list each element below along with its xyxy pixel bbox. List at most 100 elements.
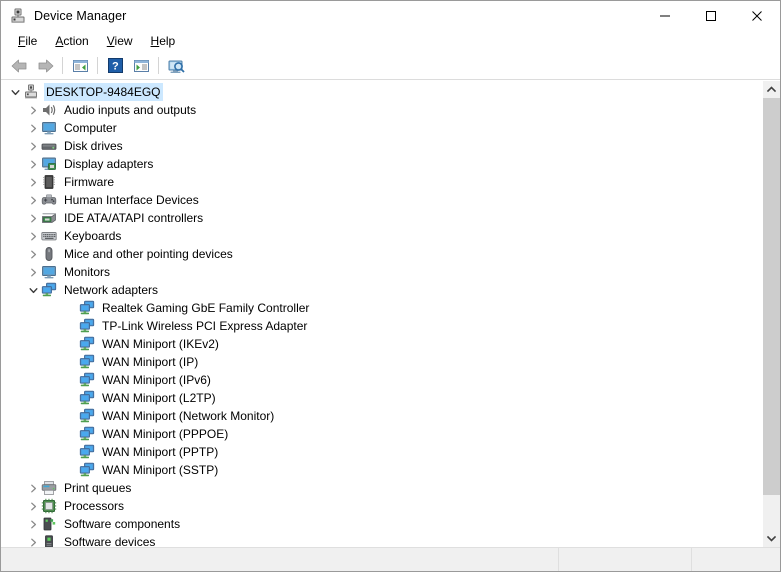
tree-node-label: Realtek Gaming GbE Family Controller [102, 301, 310, 315]
network-adapter-icon [79, 444, 95, 460]
tree-node-label: TP-Link Wireless PCI Express Adapter [102, 319, 308, 333]
tree-node[interactable]: WAN Miniport (IPv6) [1, 371, 762, 389]
tree-node-label: WAN Miniport (PPTP) [102, 445, 219, 459]
minimize-button[interactable] [642, 1, 688, 31]
scroll-down-button[interactable] [763, 530, 780, 547]
status-cell-1 [1, 548, 559, 571]
menu-action[interactable]: Action [46, 31, 97, 52]
tree-node-label: WAN Miniport (L2TP) [102, 391, 216, 405]
tree-node-label: DESKTOP-9484EGQ [44, 83, 163, 101]
chevron-right-icon[interactable] [25, 479, 41, 497]
menu-bar: File Action View Help [1, 31, 780, 52]
toolbar-separator-3 [158, 57, 159, 74]
toolbar: ? [1, 52, 780, 80]
software-component-icon [41, 516, 57, 532]
chevron-right-icon[interactable] [25, 119, 41, 137]
tree-node[interactable]: WAN Miniport (IKEv2) [1, 335, 762, 353]
tree-node-label: WAN Miniport (SSTP) [102, 463, 219, 477]
tree-node-label: Software devices [64, 535, 156, 547]
tree-node-label: Keyboards [64, 229, 122, 243]
properties-panel-icon [72, 59, 88, 72]
network-adapter-icon [79, 408, 95, 424]
chevron-down-icon[interactable] [25, 281, 41, 299]
tree-node[interactable]: Keyboards [1, 227, 762, 245]
forward-button[interactable] [32, 54, 58, 78]
monitor-icon [41, 264, 57, 280]
properties-button[interactable] [67, 54, 93, 78]
tree-node[interactable]: Disk drives [1, 137, 762, 155]
chevron-right-icon[interactable] [25, 515, 41, 533]
scan-monitor-icon [168, 60, 185, 73]
chevron-down-icon[interactable] [7, 83, 23, 101]
tree-node[interactable]: Human Interface Devices [1, 191, 762, 209]
menu-help[interactable]: Help [142, 31, 185, 52]
menu-view[interactable]: View [98, 31, 142, 52]
tree-root-node[interactable]: DESKTOP-9484EGQ [1, 83, 762, 101]
tree-node[interactable]: WAN Miniport (Network Monitor) [1, 407, 762, 425]
tree-node[interactable]: Software devices [1, 533, 762, 547]
help-question-icon: ? [107, 58, 123, 73]
tree-node-label: WAN Miniport (IPv6) [102, 373, 211, 387]
tree-node-label: Disk drives [64, 139, 123, 153]
scan-hardware-button[interactable] [163, 54, 189, 78]
network-adapter-icon [79, 354, 95, 370]
tree-node[interactable]: Network adapters [1, 281, 762, 299]
chevron-right-icon[interactable] [25, 533, 41, 547]
tree-node[interactable]: WAN Miniport (L2TP) [1, 389, 762, 407]
chevron-right-icon[interactable] [25, 227, 41, 245]
scrollbar-track[interactable] [763, 98, 780, 530]
tree-node[interactable]: Print queues [1, 479, 762, 497]
network-adapter-icon [79, 390, 95, 406]
vertical-scrollbar[interactable] [762, 81, 780, 547]
status-bar [1, 547, 780, 571]
chevron-right-icon[interactable] [25, 101, 41, 119]
chevron-right-icon[interactable] [25, 209, 41, 227]
chevron-right-icon[interactable] [25, 173, 41, 191]
network-adapter-icon [79, 372, 95, 388]
device-manager-icon [10, 8, 26, 24]
forward-arrow-icon [38, 59, 53, 72]
update-driver-button[interactable] [128, 54, 154, 78]
tree-node[interactable]: Processors [1, 497, 762, 515]
tree-node[interactable]: Audio inputs and outputs [1, 101, 762, 119]
chevron-right-icon[interactable] [25, 245, 41, 263]
tree-node[interactable]: Firmware [1, 173, 762, 191]
scrollbar-thumb[interactable] [763, 98, 780, 496]
help-button[interactable]: ? [102, 54, 128, 78]
chevron-right-icon[interactable] [25, 155, 41, 173]
display-adapter-icon [41, 156, 57, 172]
network-adapter-icon [79, 462, 95, 478]
menu-file[interactable]: File [9, 31, 46, 52]
tree-node[interactable]: WAN Miniport (IP) [1, 353, 762, 371]
chevron-right-icon[interactable] [25, 191, 41, 209]
chevron-right-icon[interactable] [25, 137, 41, 155]
scroll-down-icon [767, 535, 776, 542]
device-tree[interactable]: DESKTOP-9484EGQ Audio inputs and outputs… [1, 81, 762, 547]
maximize-icon [706, 11, 716, 21]
tree-node-label: Network adapters [64, 283, 159, 297]
tree-node[interactable]: Software components [1, 515, 762, 533]
chevron-right-icon[interactable] [25, 263, 41, 281]
tree-node[interactable]: Monitors [1, 263, 762, 281]
tree-node[interactable]: Computer [1, 119, 762, 137]
window-title: Device Manager [34, 9, 127, 23]
update-panel-icon [133, 59, 149, 72]
back-arrow-icon [11, 59, 26, 72]
back-button[interactable] [6, 54, 32, 78]
firmware-chip-icon [41, 174, 57, 190]
tree-node[interactable]: TP-Link Wireless PCI Express Adapter [1, 317, 762, 335]
scroll-up-icon [767, 86, 776, 93]
tree-node[interactable]: IDE ATA/ATAPI controllers [1, 209, 762, 227]
tree-node[interactable]: WAN Miniport (PPTP) [1, 443, 762, 461]
chevron-right-icon[interactable] [25, 497, 41, 515]
tree-node[interactable]: WAN Miniport (SSTP) [1, 461, 762, 479]
tree-node[interactable]: Mice and other pointing devices [1, 245, 762, 263]
tree-node[interactable]: Display adapters [1, 155, 762, 173]
maximize-button[interactable] [688, 1, 734, 31]
tree-node-label: Audio inputs and outputs [64, 103, 197, 117]
tree-node[interactable]: Realtek Gaming GbE Family Controller [1, 299, 762, 317]
tree-node-label: Software components [64, 517, 181, 531]
scroll-up-button[interactable] [763, 81, 780, 98]
close-button[interactable] [734, 1, 780, 31]
tree-node[interactable]: WAN Miniport (PPPOE) [1, 425, 762, 443]
